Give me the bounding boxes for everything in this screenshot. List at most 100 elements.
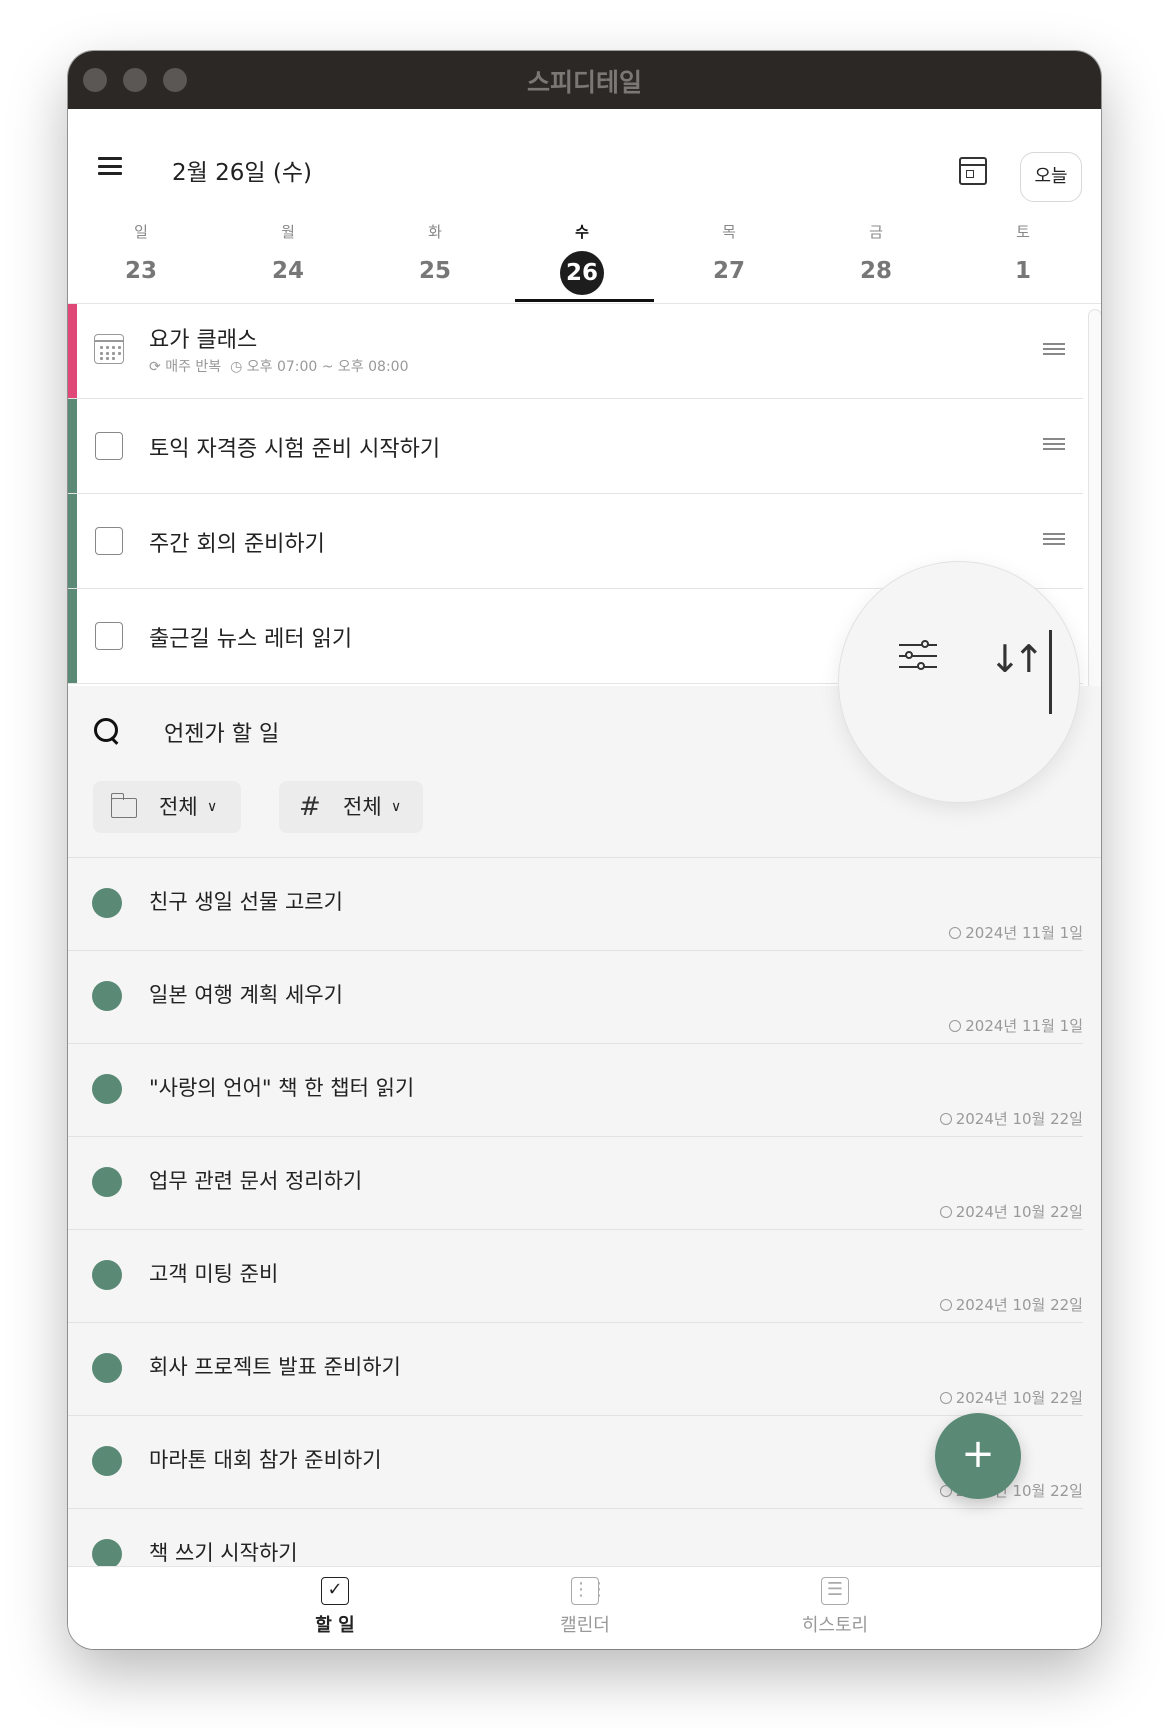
drag-handle-icon[interactable] bbox=[1043, 533, 1065, 545]
search-icon[interactable] bbox=[94, 718, 120, 744]
nav-calendar[interactable]: ⋮⋮ 캘린더 bbox=[525, 1577, 645, 1637]
bottom-navigation: ✓ 할 일 ⋮⋮ 캘린더 ☰ 히스토리 bbox=[68, 1566, 1101, 1649]
day-name: 토 bbox=[1016, 223, 1030, 241]
chevron-down-icon: ∨ bbox=[207, 799, 218, 815]
app-title: 스피디테일 bbox=[526, 68, 642, 97]
someday-item-date: 2024년 10월 22일 bbox=[939, 1294, 1083, 1315]
someday-item[interactable]: 고객 미팅 준비 2024년 10월 22일 bbox=[68, 1230, 1083, 1323]
day-wed-selected[interactable]: 수 26 bbox=[509, 221, 655, 295]
task-color-bar bbox=[68, 589, 77, 683]
status-dot[interactable] bbox=[92, 1446, 122, 1476]
task-checkbox[interactable] bbox=[95, 622, 123, 650]
status-dot[interactable] bbox=[92, 1260, 122, 1290]
someday-item-date: 2024년 11월 1일 bbox=[949, 1015, 1083, 1036]
clock-icon bbox=[939, 1113, 952, 1125]
folder-filter-label: 전체 bbox=[159, 795, 198, 819]
filter-settings-icon[interactable] bbox=[899, 640, 937, 672]
day-fri[interactable]: 금 28 bbox=[803, 221, 949, 291]
calendar-icon[interactable] bbox=[959, 157, 987, 185]
nav-label: 할 일 bbox=[315, 1615, 355, 1636]
day-tue[interactable]: 화 25 bbox=[362, 221, 508, 291]
clock-icon bbox=[939, 1299, 952, 1311]
sort-icon[interactable]: ↓↑ bbox=[989, 637, 1045, 681]
repeat-icon: ⟳ bbox=[149, 359, 161, 375]
selected-day-indicator bbox=[515, 299, 654, 302]
clock-icon bbox=[939, 1206, 952, 1218]
menu-icon[interactable] bbox=[98, 157, 122, 175]
day-sat[interactable]: 토 1 bbox=[950, 221, 1096, 291]
day-number: 1 bbox=[1014, 258, 1031, 284]
day-thu[interactable]: 목 27 bbox=[656, 221, 802, 291]
checkbox-icon: ✓ bbox=[321, 1577, 349, 1605]
calendar-icon: ⋮⋮ bbox=[571, 1577, 608, 1605]
day-name: 월 bbox=[281, 223, 295, 241]
nav-label: 캘린더 bbox=[560, 1615, 610, 1636]
status-dot[interactable] bbox=[92, 1539, 122, 1569]
day-name: 목 bbox=[722, 223, 736, 241]
drag-handle-icon[interactable] bbox=[1043, 343, 1065, 355]
someday-title: 언젠가 할 일 bbox=[164, 722, 280, 747]
status-dot[interactable] bbox=[92, 1353, 122, 1383]
day-name: 수 bbox=[575, 223, 589, 241]
someday-item[interactable]: 일본 여행 계획 세우기 2024년 11월 1일 bbox=[68, 951, 1083, 1044]
task-title: 토익 자격증 시험 준비 시작하기 bbox=[149, 437, 441, 462]
event-time: 오후 07:00 ~ 오후 08:00 bbox=[246, 359, 409, 375]
task-color-bar bbox=[68, 399, 77, 493]
someday-item-title: 일본 여행 계획 세우기 bbox=[149, 983, 343, 1007]
event-color-bar bbox=[68, 304, 77, 398]
someday-item-title: 회사 프로젝트 발표 준비하기 bbox=[149, 1355, 401, 1379]
task-color-bar bbox=[68, 494, 77, 588]
task-item[interactable]: 토익 자격증 시험 준비 시작하기 bbox=[68, 399, 1083, 494]
status-dot[interactable] bbox=[92, 1074, 122, 1104]
task-checkbox[interactable] bbox=[95, 432, 123, 460]
someday-item[interactable]: 회사 프로젝트 발표 준비하기 2024년 10월 22일 bbox=[68, 1323, 1083, 1416]
header: 2월 26일 (수) 오늘 bbox=[68, 109, 1101, 207]
day-number: 23 bbox=[124, 258, 157, 284]
day-sun[interactable]: 일 23 bbox=[68, 221, 214, 291]
someday-item-title: 책 쓰기 시작하기 bbox=[149, 1541, 298, 1565]
someday-item-title: "사랑의 언어" 책 한 챕터 읽기 bbox=[149, 1076, 415, 1100]
magnifier-callout: ↓↑ bbox=[839, 562, 1079, 802]
task-checkbox[interactable] bbox=[95, 527, 123, 555]
someday-item-date: 2024년 10월 22일 bbox=[939, 1108, 1083, 1129]
task-item[interactable]: 요가 클래스 ⟳ 매주 반복 ◷ 오후 07:00 ~ 오후 08:00 bbox=[68, 304, 1083, 399]
today-button[interactable]: 오늘 bbox=[1020, 152, 1082, 202]
chevron-down-icon: ∨ bbox=[391, 799, 402, 815]
someday-item-title: 친구 생일 선물 고르기 bbox=[149, 890, 343, 914]
calendar-event-icon bbox=[94, 334, 124, 364]
someday-item[interactable]: 마라톤 대회 참가 준비하기 2024년 10월 22일 bbox=[68, 1416, 1083, 1509]
folder-icon bbox=[110, 793, 137, 818]
clock-icon bbox=[949, 1020, 962, 1032]
someday-item[interactable]: 업무 관련 문서 정리하기 2024년 10월 22일 bbox=[68, 1137, 1083, 1230]
nav-label: 히스토리 bbox=[801, 1615, 869, 1636]
task-title: 요가 클래스 bbox=[149, 328, 258, 353]
day-name: 금 bbox=[869, 223, 883, 241]
someday-item-date: 2024년 10월 22일 bbox=[939, 1387, 1083, 1408]
nav-history[interactable]: ☰ 히스토리 bbox=[775, 1577, 895, 1637]
current-date[interactable]: 2월 26일 (수) bbox=[172, 153, 312, 187]
clock-icon bbox=[939, 1392, 952, 1404]
tag-filter-button[interactable]: # 전체 ∨ bbox=[279, 781, 423, 833]
someday-item-title: 마라톤 대회 참가 준비하기 bbox=[149, 1448, 382, 1472]
folder-filter-button[interactable]: 전체 ∨ bbox=[93, 781, 241, 833]
drag-handle-icon[interactable] bbox=[1043, 438, 1065, 450]
repeat-label: 매주 반복 bbox=[165, 359, 222, 375]
someday-item-title: 업무 관련 문서 정리하기 bbox=[149, 1169, 363, 1193]
nav-todo[interactable]: ✓ 할 일 bbox=[275, 1577, 395, 1637]
tag-filter-label: 전체 bbox=[343, 795, 382, 819]
day-number: 28 bbox=[859, 258, 892, 284]
day-number: 24 bbox=[271, 258, 304, 284]
add-task-button[interactable]: + bbox=[935, 1413, 1021, 1499]
day-name: 화 bbox=[428, 223, 442, 241]
task-title: 출근길 뉴스 레터 읽기 bbox=[149, 627, 353, 652]
status-dot[interactable] bbox=[92, 888, 122, 918]
day-mon[interactable]: 월 24 bbox=[215, 221, 361, 291]
task-title: 주간 회의 준비하기 bbox=[149, 532, 325, 557]
someday-item[interactable]: "사랑의 언어" 책 한 챕터 읽기 2024년 10월 22일 bbox=[68, 1044, 1083, 1137]
day-number: 25 bbox=[418, 258, 451, 284]
hash-icon: # bbox=[299, 792, 321, 822]
status-dot[interactable] bbox=[92, 981, 122, 1011]
someday-item[interactable]: 친구 생일 선물 고르기 2024년 11월 1일 bbox=[68, 858, 1083, 951]
status-dot[interactable] bbox=[92, 1167, 122, 1197]
day-number: 26 bbox=[560, 251, 604, 295]
